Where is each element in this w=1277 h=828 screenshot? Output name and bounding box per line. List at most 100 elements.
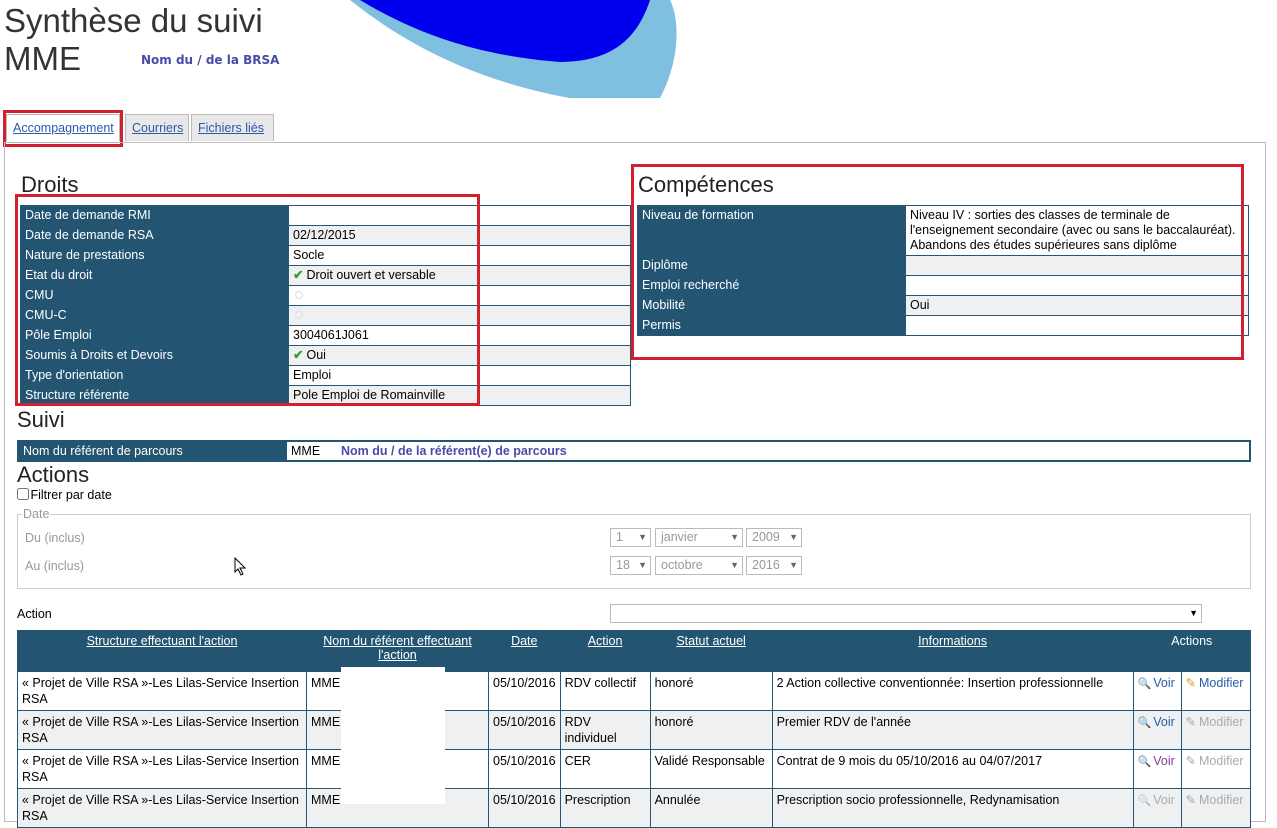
droits-value-text: 3004061J061 (293, 328, 369, 342)
modifier-cell: ✎ Modifier (1180, 710, 1252, 750)
col-structure[interactable]: Structure effectuant l'action (17, 630, 307, 672)
filter-date-label: Filtrer par date (30, 488, 112, 502)
modifier-cell: ✎ Modifier (1180, 671, 1252, 711)
magnifier-icon: 🔍 (1137, 717, 1152, 729)
competences-row: Emploi recherché (637, 275, 1249, 296)
action-structure: « Projet de Ville RSA »-Les Lilas-Servic… (17, 788, 307, 828)
action-info: Premier RDV de l'année (771, 710, 1134, 750)
modifier-label: Modifier (1199, 754, 1244, 768)
empty-radio-icon (295, 311, 303, 319)
col-action[interactable]: Action (559, 630, 651, 672)
competences-value: Niveau IV : sorties des classes de termi… (905, 205, 1249, 256)
action-statut: Validé Responsable (649, 749, 773, 789)
tab-fichiers-lies[interactable]: Fichiers liés (191, 114, 274, 141)
col-statut[interactable]: Statut actuel (649, 630, 773, 672)
voir-link: 🔍 Voir (1138, 793, 1175, 807)
competences-value (905, 315, 1249, 336)
competences-row: Mobilité Oui (637, 295, 1249, 316)
du-month-select[interactable]: janvier ▼ (655, 528, 743, 547)
mouse-cursor-icon (234, 557, 247, 576)
voir-cell: 🔍 Voir (1132, 788, 1182, 828)
tab-courriers[interactable]: Courriers (125, 114, 189, 141)
au-year-select[interactable]: 2016 ▼ (746, 556, 802, 575)
tab-accompagnement[interactable]: Accompagnement (6, 114, 120, 141)
modifier-link: ✎ Modifier (1186, 793, 1244, 807)
col-informations[interactable]: Informations (771, 630, 1134, 672)
modifier-cell: ✎ Modifier (1180, 788, 1252, 828)
pencil-icon: ✎ (1185, 754, 1197, 768)
col-date[interactable]: Date (488, 630, 561, 672)
droits-row: Etat du droit ✔ Droit ouvert et versable (20, 265, 631, 286)
action-row: « Projet de Ville RSA »-Les Lilas-Servic… (17, 749, 1252, 789)
action-date: 05/10/2016 (488, 749, 561, 789)
droits-row: Date de demande RMI (20, 205, 631, 226)
droits-row: Date de demande RSA 02/12/2015 (20, 225, 631, 246)
competences-value (905, 255, 1249, 276)
droits-label: Date de demande RMI (20, 205, 289, 226)
col-referent[interactable]: Nom du référent effectuant l'action (306, 630, 489, 672)
col-actions: Actions (1132, 630, 1252, 672)
droits-value-text: 02/12/2015 (293, 228, 356, 242)
competences-label: Emploi recherché (637, 275, 906, 296)
droits-value: 02/12/2015 (288, 225, 631, 246)
droits-value-text: Emploi (293, 368, 332, 382)
action-row: « Projet de Ville RSA »-Les Lilas-Servic… (17, 710, 1252, 750)
date-legend: Date (23, 507, 50, 521)
du-day-select[interactable]: 1 ▼ (610, 528, 651, 547)
droits-value-text: Socle (293, 248, 325, 262)
competences-label: Permis (637, 315, 906, 336)
pencil-icon: ✎ (1185, 676, 1197, 690)
droits-row: CMU-C (20, 305, 631, 326)
competences-label: Diplôme (637, 255, 906, 276)
droits-row: Structure référente Pole Emploi de Romain… (20, 385, 631, 406)
droits-row: Soumis à Droits et Devoirs ✔ Oui (20, 345, 631, 366)
voir-link[interactable]: 🔍 Voir (1138, 676, 1175, 690)
modifier-label: Modifier (1199, 715, 1244, 729)
droits-value-text: Oui (306, 348, 326, 362)
action-type-select[interactable]: ▼ (610, 604, 1202, 623)
competences-title: Compétences (638, 172, 774, 197)
referent-label: Nom du référent de parcours (19, 442, 287, 460)
voir-label: Voir (1153, 676, 1175, 690)
droits-value (288, 285, 631, 306)
modifier-label: Modifier (1199, 793, 1244, 807)
referent-name: Nom du / de la référent(e) de parcours (341, 444, 567, 458)
voir-link[interactable]: 🔍 Voir (1138, 754, 1175, 768)
filter-by-date: Filtrer par date (17, 488, 112, 502)
check-icon: ✔ (293, 348, 304, 362)
droits-row: Nature de prestations Socle (20, 245, 631, 266)
competences-row: Niveau de formation Niveau IV : sorties d… (637, 205, 1249, 256)
droits-label: Pôle Emploi (20, 325, 289, 346)
action-statut: honoré (649, 710, 773, 750)
droits-label: Date de demande RSA (20, 225, 289, 246)
droits-value (288, 205, 631, 226)
action-info: 2 Action collective conventionnée: Inser… (771, 671, 1134, 711)
voir-cell: 🔍 Voir (1132, 671, 1182, 711)
filter-date-checkbox[interactable] (17, 488, 29, 500)
droits-value: Emploi (288, 365, 631, 386)
du-label: Du (inclus) (25, 531, 85, 545)
voir-cell: 🔍 Voir (1132, 749, 1182, 789)
droits-value: 3004061J061 (288, 325, 631, 346)
action-structure: « Projet de Ville RSA »-Les Lilas-Servic… (17, 671, 307, 711)
au-month-select[interactable]: octobre ▼ (655, 556, 743, 575)
voir-link[interactable]: 🔍 Voir (1138, 715, 1175, 729)
action-type: RDV collectif (559, 671, 651, 711)
check-icon: ✔ (293, 268, 304, 282)
voir-label: Voir (1153, 715, 1175, 729)
droits-value-text: Droit ouvert et versable (306, 268, 436, 282)
action-date: 05/10/2016 (488, 710, 561, 750)
logo-shape (350, 0, 677, 98)
voir-label: Voir (1153, 793, 1175, 807)
modifier-link[interactable]: ✎ Modifier (1186, 676, 1244, 690)
droits-value: Pole Emploi de Romainville (288, 385, 631, 406)
action-type: RDV individuel (559, 710, 651, 750)
droits-table: Date de demande RMI Date de demande RSA 02… (20, 205, 631, 406)
droits-value: ✔ Oui (288, 345, 631, 366)
referent-civilite: MME (291, 444, 321, 458)
action-date: 05/10/2016 (488, 788, 561, 828)
au-day-select[interactable]: 18 ▼ (610, 556, 651, 575)
action-date: 05/10/2016 (488, 671, 561, 711)
du-year-select[interactable]: 2009 ▼ (746, 528, 802, 547)
action-type: CER (559, 749, 651, 789)
